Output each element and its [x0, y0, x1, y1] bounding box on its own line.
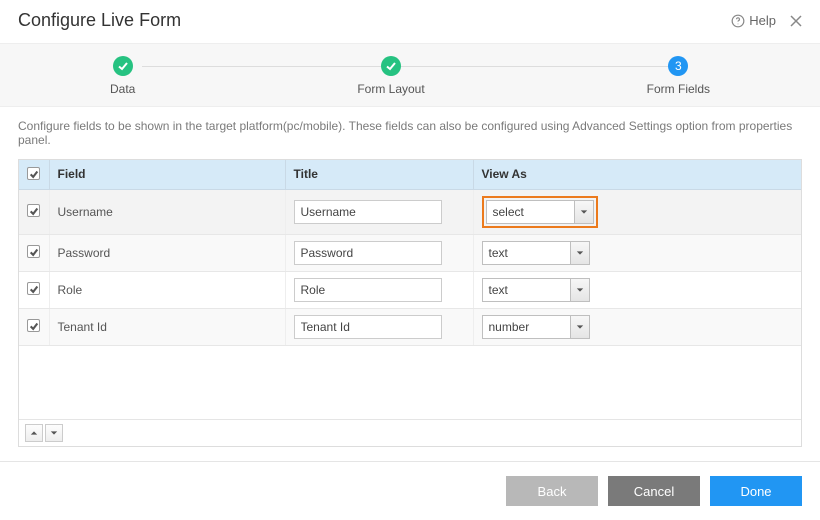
step-label: Form Fields	[647, 82, 710, 96]
field-name-cell: Username	[49, 189, 285, 234]
highlight-annotation: select	[482, 196, 598, 228]
step-form-fields[interactable]: 3 Form Fields	[647, 56, 710, 96]
title-input[interactable]	[294, 278, 442, 302]
field-name-cell: Role	[49, 271, 285, 308]
instruction-text: Configure fields to be shown in the targ…	[0, 107, 820, 159]
back-button[interactable]: Back	[506, 476, 598, 506]
chevron-down-icon	[576, 286, 584, 294]
row-checkbox[interactable]	[27, 245, 40, 258]
row-checkbox[interactable]	[27, 282, 40, 295]
cancel-button[interactable]: Cancel	[608, 476, 700, 506]
dialog-footer: Back Cancel Done	[0, 461, 820, 520]
move-up-button[interactable]	[25, 424, 43, 442]
chevron-down-icon	[576, 249, 584, 257]
view-as-select[interactable]: text	[482, 241, 590, 265]
check-icon	[113, 56, 133, 76]
chevron-down-icon	[50, 429, 58, 437]
select-dropdown-button[interactable]	[570, 315, 590, 339]
dialog-title: Configure Live Form	[18, 10, 181, 31]
select-dropdown-button[interactable]	[570, 278, 590, 302]
help-link[interactable]: Help	[731, 13, 776, 28]
table-row[interactable]: Username select	[19, 189, 801, 234]
table-row[interactable]: Tenant Id number	[19, 308, 801, 345]
view-as-select[interactable]: text	[482, 278, 590, 302]
select-value: text	[482, 241, 570, 265]
row-checkbox[interactable]	[27, 204, 40, 217]
close-button[interactable]	[790, 12, 802, 30]
move-down-button[interactable]	[45, 424, 63, 442]
help-icon	[731, 14, 745, 28]
view-as-select[interactable]: number	[482, 315, 590, 339]
field-name-cell: Tenant Id	[49, 308, 285, 345]
fields-table: Field Title View As Username select Passwo…	[18, 159, 802, 447]
step-label: Data	[110, 82, 135, 96]
select-dropdown-button[interactable]	[570, 241, 590, 265]
step-number-icon: 3	[668, 56, 688, 76]
field-name-cell: Password	[49, 234, 285, 271]
select-all-checkbox[interactable]	[27, 167, 40, 180]
check-icon	[381, 56, 401, 76]
reorder-controls	[19, 419, 801, 446]
header-title: Title	[285, 160, 473, 189]
select-value: text	[482, 278, 570, 302]
chevron-up-icon	[30, 429, 38, 437]
header-view-as: View As	[473, 160, 801, 189]
step-data[interactable]: Data	[110, 56, 135, 96]
chevron-down-icon	[580, 208, 588, 216]
stepper: Data Form Layout 3 Form Fields	[0, 43, 820, 107]
select-dropdown-button[interactable]	[574, 200, 594, 224]
step-form-layout[interactable]: Form Layout	[357, 56, 424, 96]
dialog-header: Configure Live Form Help	[0, 0, 820, 43]
close-icon	[790, 15, 802, 27]
step-label: Form Layout	[357, 82, 424, 96]
chevron-down-icon	[576, 323, 584, 331]
select-value: select	[486, 200, 574, 224]
title-input[interactable]	[294, 315, 442, 339]
table-row[interactable]: Role text	[19, 271, 801, 308]
row-checkbox[interactable]	[27, 319, 40, 332]
title-input[interactable]	[294, 241, 442, 265]
done-button[interactable]: Done	[710, 476, 802, 506]
header-checkbox-cell	[19, 160, 49, 189]
table-row[interactable]: Password text	[19, 234, 801, 271]
title-input[interactable]	[294, 200, 442, 224]
select-value: number	[482, 315, 570, 339]
view-as-select[interactable]: select	[486, 200, 594, 224]
header-field: Field	[49, 160, 285, 189]
